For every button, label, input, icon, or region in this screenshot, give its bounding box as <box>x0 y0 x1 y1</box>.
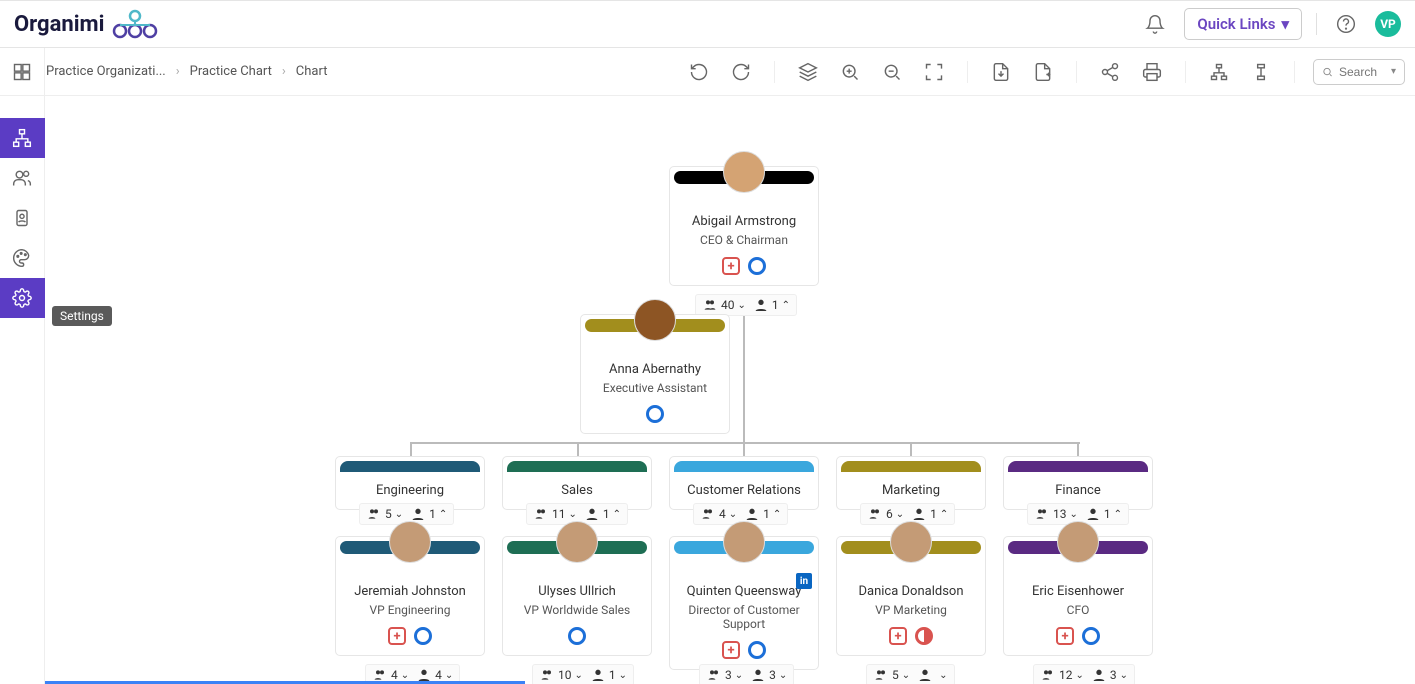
node-title: Executive Assistant <box>587 381 723 395</box>
node-stats[interactable]: 3⌄ 3⌄ <box>699 664 794 684</box>
rail-settings-icon[interactable] <box>0 278 45 318</box>
breadcrumb-item[interactable]: Practice Chart <box>190 64 272 79</box>
user-avatar[interactable]: VP <box>1375 11 1401 37</box>
export-icon[interactable] <box>1028 57 1058 87</box>
node-title: CFO <box>1010 603 1146 617</box>
dept-card[interactable]: Engineering <box>335 456 485 510</box>
dept-card[interactable]: Finance <box>1003 456 1153 510</box>
node-person[interactable]: Ulyses Ullrich VP Worldwide Sales <box>502 536 652 656</box>
node-title: CEO & Chairman <box>676 233 812 247</box>
chevron-right-icon: › <box>282 64 286 79</box>
badge-circle-icon[interactable] <box>748 641 766 659</box>
chevron-down-icon: ▾ <box>1281 15 1289 33</box>
notifications-icon[interactable] <box>1140 9 1170 39</box>
node-name: Ulyses Ullrich <box>509 584 645 599</box>
avatar <box>723 521 765 563</box>
node-name: Danica Donaldson <box>843 584 979 599</box>
node-person[interactable]: Eric Eisenhower CFO + <box>1003 536 1153 656</box>
chart-canvas[interactable]: Abigail Armstrong CEO & Chairman + 40⌄ 1… <box>45 96 1415 684</box>
breadcrumb-item[interactable]: Chart <box>296 64 328 79</box>
group-icon <box>702 297 718 313</box>
node-name: Abigail Armstrong <box>676 214 812 229</box>
node-name: Eric Eisenhower <box>1010 584 1146 599</box>
fullscreen-icon[interactable] <box>919 57 949 87</box>
layers-icon[interactable] <box>793 57 823 87</box>
node-title: VP Marketing <box>843 603 979 617</box>
node-name: Anna Abernathy <box>587 362 723 377</box>
dept-card[interactable]: Marketing <box>836 456 986 510</box>
node-title: Director of Customer Support <box>676 603 812 631</box>
chevron-up-icon[interactable]: ⌃ <box>782 300 790 311</box>
node-assistant[interactable]: Anna Abernathy Executive Assistant <box>580 314 730 434</box>
node-band <box>507 461 647 472</box>
help-icon[interactable] <box>1331 9 1361 39</box>
chevron-right-icon: › <box>176 64 180 79</box>
rail-badge-icon[interactable] <box>0 198 45 238</box>
node-person[interactable]: Jeremiah Johnston VP Engineering + <box>335 536 485 656</box>
quick-links-label: Quick Links <box>1197 15 1275 33</box>
undo-icon[interactable] <box>684 57 714 87</box>
badge-plus-icon[interactable]: + <box>722 257 740 275</box>
zoom-out-icon[interactable] <box>877 57 907 87</box>
search-icon <box>1322 64 1333 80</box>
node-band <box>1008 461 1148 472</box>
node-band <box>340 461 480 472</box>
share-icon[interactable] <box>1095 57 1125 87</box>
breadcrumb: Practice Organizati... › Practice Chart … <box>46 64 327 79</box>
badge-circle-icon[interactable] <box>748 257 766 275</box>
redo-icon[interactable] <box>726 57 756 87</box>
search-input[interactable]: ▾ <box>1313 59 1405 85</box>
breadcrumb-item[interactable]: Practice Organizati... <box>46 64 166 79</box>
badge-plus-icon[interactable]: + <box>722 641 740 659</box>
avatar <box>634 299 676 341</box>
quick-links-button[interactable]: Quick Links ▾ <box>1184 8 1302 40</box>
avatar <box>890 521 932 563</box>
node-name: Jeremiah Johnston <box>342 584 478 599</box>
node-name: Quinten Queensway <box>676 584 812 599</box>
badge-circle-icon[interactable] <box>568 627 586 645</box>
node-stats[interactable]: 12⌄ 3⌄ <box>1033 664 1135 684</box>
dept-card[interactable]: Customer Relations <box>669 456 819 510</box>
badge-circle-icon[interactable] <box>1082 627 1100 645</box>
node-person[interactable]: Danica Donaldson VP Marketing + <box>836 536 986 656</box>
avatar <box>723 151 765 193</box>
fit-width-icon[interactable] <box>1204 57 1234 87</box>
avatar <box>1057 521 1099 563</box>
rail-people-icon[interactable] <box>0 158 45 198</box>
badge-plus-icon[interactable]: + <box>889 627 907 645</box>
divider <box>1316 13 1317 35</box>
person-icon <box>753 297 769 313</box>
import-icon[interactable] <box>986 57 1016 87</box>
app-name: Organimi <box>14 12 104 37</box>
badge-plus-icon[interactable]: + <box>388 627 406 645</box>
node-stats[interactable]: 40⌄ 1⌃ <box>695 294 797 316</box>
chevron-down-icon[interactable]: ⌄ <box>738 300 746 311</box>
badge-plus-icon[interactable]: + <box>1056 627 1074 645</box>
badge-circle-icon[interactable] <box>646 405 664 423</box>
node-stats[interactable]: 5⌄ ⌄ <box>866 664 955 684</box>
rail-orgchart-icon[interactable] <box>0 118 45 158</box>
zoom-in-icon[interactable] <box>835 57 865 87</box>
node-band <box>674 461 814 472</box>
node-stats[interactable]: 10⌄ 1⌄ <box>532 664 634 684</box>
node-ceo[interactable]: Abigail Armstrong CEO & Chairman + <box>669 166 819 286</box>
avatar <box>389 521 431 563</box>
badge-half-icon[interactable] <box>915 627 933 645</box>
chevron-down-icon[interactable]: ▾ <box>1391 66 1396 77</box>
node-title: VP Engineering <box>342 603 478 617</box>
search-field[interactable] <box>1339 65 1385 79</box>
avatar <box>556 521 598 563</box>
node-band <box>841 461 981 472</box>
rail-grid-icon[interactable] <box>0 52 45 92</box>
node-title: VP Worldwide Sales <box>509 603 645 617</box>
print-icon[interactable] <box>1137 57 1167 87</box>
logo-icon <box>110 9 160 39</box>
linkedin-icon[interactable]: in <box>796 573 812 589</box>
app-logo[interactable]: Organimi <box>14 9 160 39</box>
badge-circle-icon[interactable] <box>414 627 432 645</box>
rail-palette-icon[interactable] <box>0 238 45 278</box>
node-person[interactable]: in Quinten Queensway Director of Custome… <box>669 536 819 670</box>
collapse-all-icon[interactable] <box>1246 57 1276 87</box>
dept-card[interactable]: Sales <box>502 456 652 510</box>
